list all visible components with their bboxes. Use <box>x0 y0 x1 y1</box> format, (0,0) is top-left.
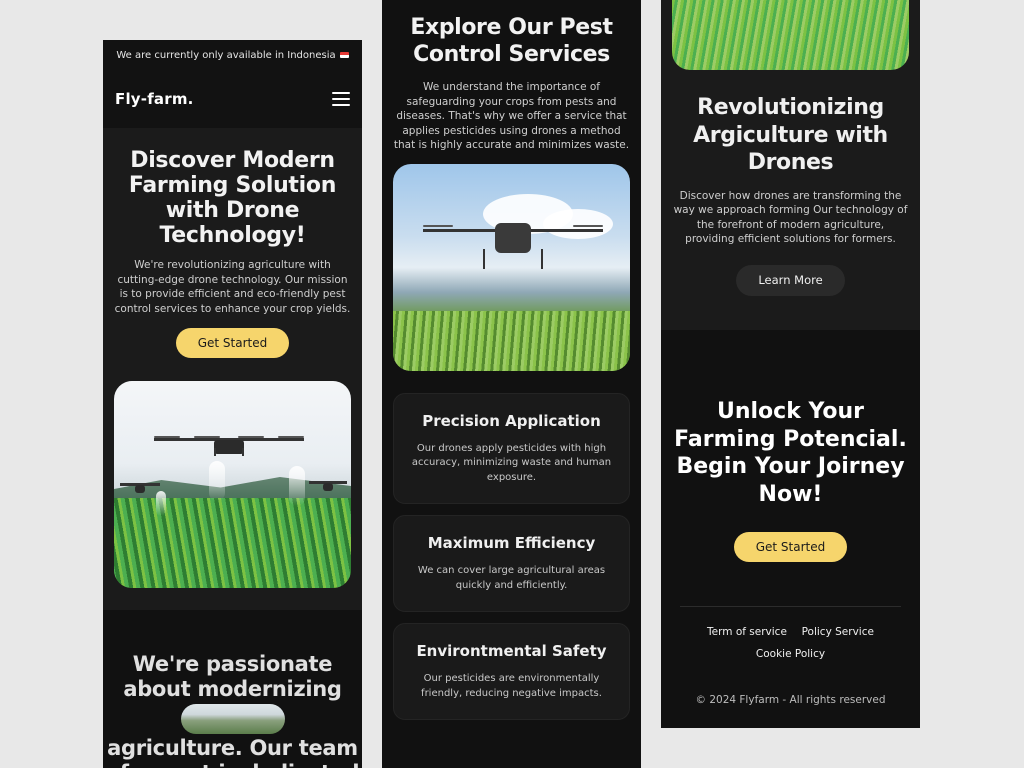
cta-title: Unlock Your Farming Potencial. Begin You… <box>674 399 907 507</box>
field-thumbnail-image <box>180 704 285 734</box>
mobile-screen-cta: Revolutionizing Argiculture with Drones … <box>661 0 920 728</box>
about-heading-line1: We're passionate about modernizing <box>123 652 342 701</box>
hamburger-menu-icon[interactable] <box>332 92 350 106</box>
service-card-efficiency: Maximum Efficiency We can cover large ag… <box>393 515 630 612</box>
services-title: Explore Our Pest Control Services <box>410 15 613 67</box>
mobile-screen-services: Explore Our Pest Control Services We und… <box>382 0 641 768</box>
service-card-text: We can cover large agricultural areas qu… <box>417 565 606 591</box>
cookie-link[interactable]: Cookie Policy <box>756 648 825 660</box>
revolution-text: Discover how drones are transforming the… <box>673 189 908 246</box>
hero-description: We're revolutionizing agriculture with c… <box>114 259 351 315</box>
service-card-precision: Precision Application Our drones apply p… <box>393 392 630 504</box>
crop-field-image <box>672 0 909 70</box>
get-started-button[interactable]: Get Started <box>175 328 290 358</box>
drone-over-field-image <box>393 163 630 371</box>
about-heading: We're passionate about modernizing agric… <box>103 652 362 768</box>
hero-title: Discover Modern Farming Solution with Dr… <box>128 148 337 248</box>
policy-link[interactable]: Policy Service <box>802 626 874 638</box>
indonesia-flag-icon <box>339 52 349 58</box>
cta-section: Unlock Your Farming Potencial. Begin You… <box>661 330 920 562</box>
services-header: Explore Our Pest Control Services We und… <box>382 0 641 153</box>
cta-get-started-button[interactable]: Get Started <box>733 532 848 562</box>
service-card-title: Environtmental Safety <box>416 642 607 660</box>
revolution-title: Revolutionizing Argiculture with Drones <box>693 95 888 175</box>
service-card-text: Our drones apply pesticides with high ac… <box>411 442 612 483</box>
learn-more-button[interactable]: Learn More <box>736 264 845 296</box>
service-card-safety: Environtmental Safety Our pesticides are… <box>393 623 630 720</box>
hero-section: Discover Modern Farming Solution with Dr… <box>103 128 362 610</box>
availability-text: We are currently only available in Indon… <box>116 49 336 61</box>
service-card-title: Precision Application <box>422 411 601 430</box>
navbar: Fly-farm. <box>103 70 362 128</box>
service-card-title: Maximum Efficiency <box>427 534 596 552</box>
about-heading-line2: agriculture. Our team of expert is dedic… <box>106 736 360 768</box>
logo[interactable]: Fly-farm. <box>115 90 194 108</box>
revolution-section: Revolutionizing Argiculture with Drones … <box>661 0 920 330</box>
mobile-screen-home: We are currently only available in Indon… <box>103 40 362 768</box>
availability-banner: We are currently only available in Indon… <box>103 40 362 70</box>
drone-spraying-field-image <box>114 381 351 588</box>
copyright-text: © 2024 Flyfarm - All rights reserved <box>695 694 886 706</box>
terms-link[interactable]: Term of service <box>707 626 787 638</box>
service-card-text: Our pesticides are environmentally frien… <box>421 673 602 699</box>
footer-links: Term of service Policy Service Cookie Po… <box>661 607 920 660</box>
about-section: We're passionate about modernizing agric… <box>103 610 362 768</box>
services-intro: We understand the importance of safeguar… <box>393 81 630 151</box>
